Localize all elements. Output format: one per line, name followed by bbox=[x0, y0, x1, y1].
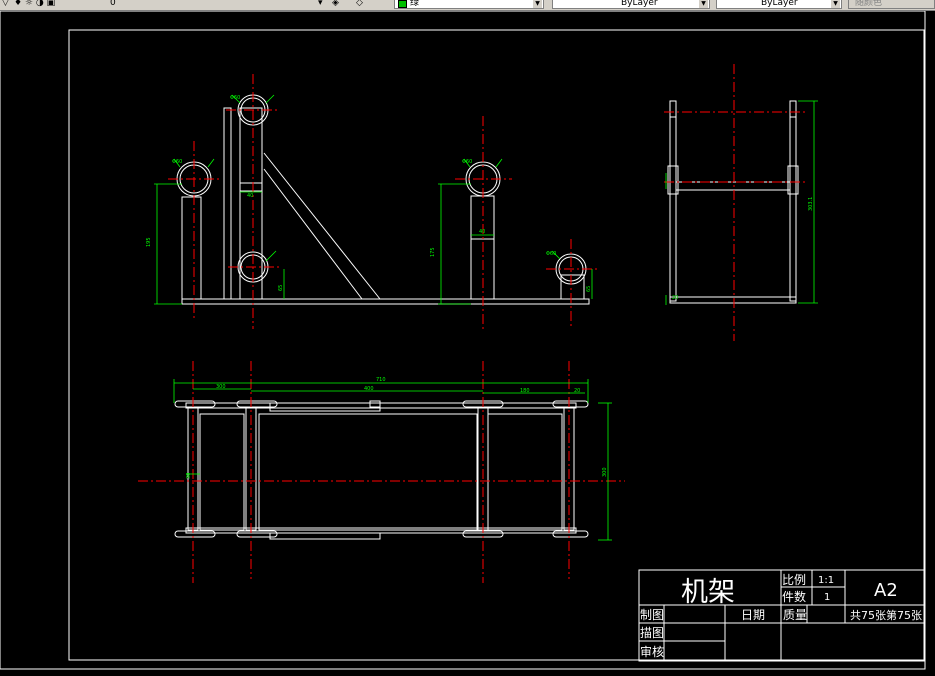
color-value: 绿 bbox=[410, 0, 420, 8]
dim-label: 65 bbox=[278, 285, 284, 291]
layer-number: 0 bbox=[110, 0, 116, 8]
side-view-center-lines bbox=[664, 64, 805, 341]
dim-label: Φ60 bbox=[230, 95, 240, 101]
dim-label: 710 bbox=[376, 377, 386, 383]
qty-value: 1 bbox=[824, 592, 830, 603]
dim-label: 65 bbox=[586, 286, 592, 292]
chevron-down-icon[interactable]: ▼ bbox=[831, 0, 840, 8]
front-view bbox=[176, 94, 590, 305]
drawing-canvas[interactable]: 195 175 40 40 65 65 Φ60 Φ60 Φ60 Φ60 303.… bbox=[0, 11, 935, 676]
dim-label: 303.1 bbox=[808, 197, 814, 211]
scale-value: 1:1 bbox=[818, 575, 834, 586]
layer-dropdown-arrow[interactable]: ▾ bbox=[318, 0, 323, 9]
dim-label: 400 bbox=[364, 386, 374, 392]
front-view-center-lines bbox=[168, 74, 598, 331]
dim-label: Φ60 bbox=[172, 159, 182, 165]
chevron-down-icon[interactable]: ▼ bbox=[699, 0, 708, 8]
plan-view bbox=[174, 400, 589, 540]
checked-label: 审核 bbox=[640, 644, 664, 659]
dim-label: 175 bbox=[430, 247, 436, 257]
date-label: 日期 bbox=[741, 608, 765, 622]
dim-label: 195 bbox=[146, 237, 152, 247]
plan-view-dim-labels: 710 300 400 180 20 300 30 bbox=[186, 377, 608, 479]
dim-label: 30 bbox=[186, 473, 192, 479]
layer-properties-toolbar: ▽ ♦ ☼ ◑ ▣ 0 ▾ ◈ ◇ 绿 ▼ ByLayer ▼ ByLayer … bbox=[0, 0, 935, 11]
side-view bbox=[667, 100, 799, 304]
dim-label: Φ60 bbox=[462, 159, 472, 165]
linetype-control-combo[interactable]: ByLayer ▼ bbox=[552, 0, 710, 9]
dim-label: 40 bbox=[247, 193, 253, 199]
chevron-down-icon[interactable]: ▼ bbox=[533, 0, 542, 8]
sheet-count: 共75张第75张 bbox=[850, 608, 922, 622]
layer-manager-icon[interactable]: ▽ bbox=[2, 0, 9, 9]
lineweight-value: ByLayer bbox=[761, 0, 798, 8]
layer-previous-icon[interactable]: ◇ bbox=[356, 0, 363, 9]
dim-label: 40 bbox=[479, 229, 485, 235]
linetype-value: ByLayer bbox=[621, 0, 658, 8]
scale-label: 比例 bbox=[782, 573, 806, 587]
traced-label: 描图 bbox=[640, 626, 664, 640]
color-control-combo[interactable]: 绿 ▼ bbox=[394, 0, 544, 9]
drawn-label: 制图 bbox=[640, 608, 664, 622]
dim-label: 300 bbox=[602, 467, 608, 477]
make-current-layer-icon[interactable]: ◈ bbox=[332, 0, 339, 9]
plotstyle-value: 随颜色 bbox=[855, 0, 883, 8]
dim-label: 20 bbox=[672, 295, 678, 301]
dim-label: 180 bbox=[520, 388, 530, 394]
front-view-dim-labels: 195 175 40 40 65 65 Φ60 Φ60 Φ60 Φ60 bbox=[146, 95, 592, 292]
plotstyle-control-combo[interactable]: 随颜色 bbox=[848, 0, 935, 9]
color-swatch-icon bbox=[398, 0, 407, 8]
part-name: 机架 bbox=[681, 577, 735, 608]
mass-label: 质量 bbox=[783, 608, 807, 622]
dim-label: 300 bbox=[216, 384, 226, 390]
plan-view-center-lines bbox=[138, 361, 625, 583]
dim-label: 20 bbox=[574, 388, 580, 394]
dim-label: Φ60 bbox=[546, 251, 556, 257]
sheet-size: A2 bbox=[874, 580, 898, 601]
side-view-dimensions bbox=[665, 100, 818, 305]
qty-label: 件数 bbox=[782, 589, 806, 604]
layer-state-icons: ♦ ☼ ◑ ▣ bbox=[14, 0, 56, 8]
front-view-dimensions bbox=[154, 94, 593, 305]
lineweight-control-combo[interactable]: ByLayer ▼ bbox=[716, 0, 842, 9]
